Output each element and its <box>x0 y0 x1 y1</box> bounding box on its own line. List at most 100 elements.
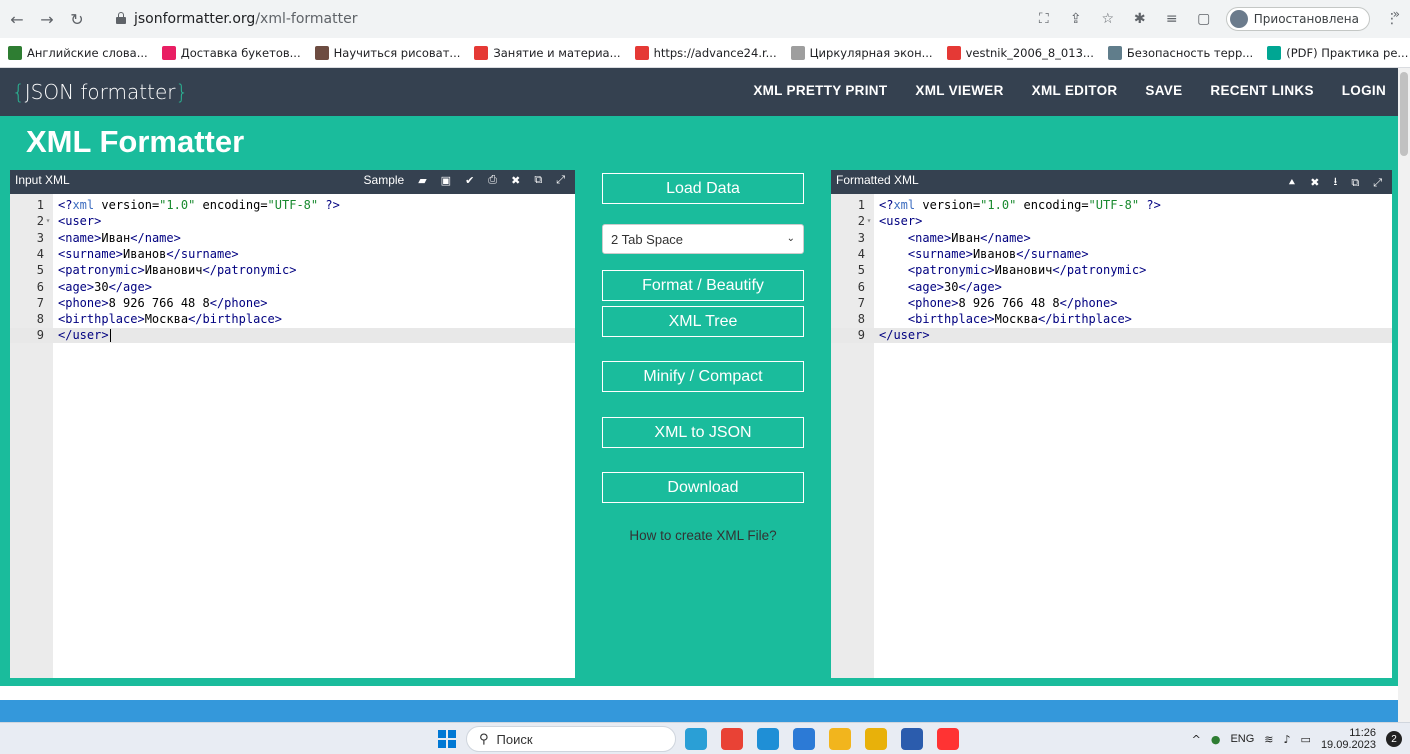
notification-badge[interactable]: 2 <box>1386 731 1402 747</box>
copy-icon[interactable]: ⧉ <box>1351 176 1359 190</box>
bookmark-item[interactable]: Английские слова... <box>8 45 148 60</box>
volume-icon[interactable]: ♪ <box>1284 733 1291 746</box>
minify-compact-button[interactable]: Minify / Compact <box>602 361 804 392</box>
telegram-icon[interactable] <box>685 728 707 750</box>
chevron-up-icon[interactable]: ^ <box>1192 733 1201 746</box>
powerbi-icon[interactable] <box>865 728 887 750</box>
edge-icon[interactable] <box>757 728 779 750</box>
xml-tree-button[interactable]: XML Tree <box>602 306 804 337</box>
output-editor[interactable]: 1 <?xml version="1.0" encoding="UTF-8" ?>… <box>831 194 1392 678</box>
clock-time: 11:26 <box>1349 727 1376 739</box>
reload-icon[interactable]: ↻ <box>64 6 90 32</box>
back-icon[interactable]: ← <box>4 6 30 32</box>
bookmarks-more-icon[interactable]: » <box>1393 7 1400 21</box>
line-number: 9 <box>857 328 865 343</box>
input-code-line[interactable]: 4 <surname>Иванов</surname> <box>10 247 575 262</box>
input-code-line[interactable]: 2 ▾ <user> <box>10 214 575 229</box>
wifi-icon[interactable]: ≋ <box>1264 733 1273 746</box>
bookmark-item[interactable]: vestnik_2006_8_013... <box>946 45 1094 60</box>
load-data-button[interactable]: Load Data <box>602 173 804 204</box>
line-number: 2 <box>857 214 865 229</box>
bookmark-item[interactable]: Доставка букетов... <box>161 45 301 60</box>
taskbar-search[interactable]: ⚲ Поиск <box>466 726 676 752</box>
nav-xml-pretty-print[interactable]: XML PRETTY PRINT <box>753 83 887 98</box>
clock[interactable]: 11:26 19.09.2023 <box>1321 727 1376 751</box>
scrollbar-thumb[interactable] <box>1400 72 1408 156</box>
nav-xml-editor[interactable]: XML EDITOR <box>1032 83 1118 98</box>
xml-to-json-button[interactable]: XML to JSON <box>602 417 804 448</box>
site-logo[interactable]: {JSON formatter} <box>12 80 188 104</box>
word-icon[interactable] <box>901 728 923 750</box>
explorer-icon[interactable] <box>829 728 851 750</box>
indent-select[interactable]: 2 Tab Space ⌄ <box>602 224 804 254</box>
output-code-line[interactable]: 6 <age>30</age> <box>831 280 1392 295</box>
translate-icon[interactable]: ⛶ <box>1034 9 1054 29</box>
yandex-icon[interactable] <box>937 728 959 750</box>
profile-button[interactable]: Приостановлена <box>1225 7 1370 31</box>
input-code-line[interactable]: 1 <?xml version="1.0" encoding="UTF-8" ?> <box>10 198 575 213</box>
print-icon[interactable]: ⎙ <box>488 173 497 187</box>
nav-xml-viewer[interactable]: XML VIEWER <box>915 83 1003 98</box>
bookmark-favicon-icon <box>161 45 176 60</box>
output-code-line[interactable]: 2 ▾ <user> <box>831 214 1392 229</box>
page-scrollbar[interactable] <box>1398 68 1410 722</box>
download-button[interactable]: Download <box>602 472 804 503</box>
fold-toggle-icon[interactable]: ▾ <box>865 214 873 229</box>
bookmark-item[interactable]: Циркулярная экон... <box>790 45 933 60</box>
nav-login[interactable]: LOGIN <box>1342 83 1386 98</box>
input-code-line[interactable]: 6 <age>30</age> <box>10 280 575 295</box>
input-code-line[interactable]: 8 <birthplace>Москва</birthplace> <box>10 312 575 327</box>
battery-icon[interactable]: ▭ <box>1301 733 1311 746</box>
bookmark-item[interactable]: https://advance24.r... <box>634 45 777 60</box>
bookmark-item[interactable]: (PDF) Практика ре... <box>1267 45 1408 60</box>
sample-button[interactable]: Sample <box>364 173 405 187</box>
output-code-line[interactable]: 8 <birthplace>Москва</birthplace> <box>831 312 1392 327</box>
language-indicator[interactable]: ENG <box>1230 733 1254 745</box>
tray-app-icon[interactable]: ● <box>1211 733 1221 746</box>
lock-icon[interactable] <box>116 12 126 24</box>
bookmark-item[interactable]: Безопасность терр... <box>1107 45 1253 60</box>
open-folder-icon[interactable]: ▰ <box>418 174 426 187</box>
save-icon[interactable]: ▣ <box>441 174 451 187</box>
copy-icon[interactable]: ⧉ <box>534 173 542 187</box>
chrome-icon[interactable] <box>721 728 743 750</box>
output-code-line[interactable]: 3 <name>Иван</name> <box>831 231 1392 246</box>
format-beautify-button[interactable]: Format / Beautify <box>602 270 804 301</box>
fullscreen-icon[interactable]: ⤢ <box>1373 176 1382 190</box>
input-code-line[interactable]: 9 </user> <box>10 328 575 343</box>
collapse-icon[interactable]: ⯅ <box>1287 176 1296 190</box>
output-code-line[interactable]: 1 <?xml version="1.0" encoding="UTF-8" ?> <box>831 198 1392 213</box>
how-to-create-xml-link[interactable]: How to create XML File? <box>602 528 804 543</box>
nav-recent-links[interactable]: RECENT LINKS <box>1210 83 1313 98</box>
fold-toggle-icon[interactable]: ▾ <box>44 214 52 229</box>
output-code-line[interactable]: 9 </user> <box>831 328 1392 343</box>
input-code-line[interactable]: 3 <name>Иван</name> <box>10 231 575 246</box>
reading-list-icon[interactable]: ≡ <box>1162 9 1182 29</box>
forward-icon[interactable]: → <box>34 6 60 32</box>
extensions-icon[interactable]: ✱ <box>1130 9 1150 29</box>
share-icon[interactable]: ⇪ <box>1066 9 1086 29</box>
validate-check-icon[interactable]: ✔ <box>465 174 474 187</box>
url-text[interactable]: jsonformatter.org/xml-formatter <box>134 11 357 27</box>
input-editor[interactable]: 1 <?xml version="1.0" encoding="UTF-8" ?>… <box>10 194 575 678</box>
output-code-line[interactable]: 5 <patronymic>Иванович</patronymic> <box>831 263 1392 278</box>
input-code-line[interactable]: 7 <phone>8 926 766 48 8</phone> <box>10 296 575 311</box>
windows-start-icon[interactable] <box>438 730 456 748</box>
fullscreen-icon[interactable]: ⤢ <box>556 173 565 187</box>
line-number: 4 <box>36 246 44 261</box>
download-icon[interactable]: ⭳ <box>1333 173 1337 192</box>
line-number: 1 <box>857 198 865 212</box>
bookmark-item[interactable]: Занятие и материа... <box>474 45 621 60</box>
bookmark-item[interactable]: Научиться рисоват... <box>314 45 460 60</box>
bookmark-label: Занятие и материа... <box>493 45 621 60</box>
nav-save[interactable]: SAVE <box>1145 83 1182 98</box>
vscode-icon[interactable] <box>793 728 815 750</box>
avatar <box>1229 10 1248 28</box>
output-code-line[interactable]: 7 <phone>8 926 766 48 8</phone> <box>831 296 1392 311</box>
clear-icon[interactable]: ✖ <box>1310 176 1319 189</box>
side-panel-icon[interactable]: ▢ <box>1194 9 1214 29</box>
star-icon[interactable]: ☆ <box>1098 9 1118 29</box>
clear-icon[interactable]: ✖ <box>511 174 520 187</box>
input-code-line[interactable]: 5 <patronymic>Иванович</patronymic> <box>10 263 575 278</box>
output-code-line[interactable]: 4 <surname>Иванов</surname> <box>831 247 1392 262</box>
